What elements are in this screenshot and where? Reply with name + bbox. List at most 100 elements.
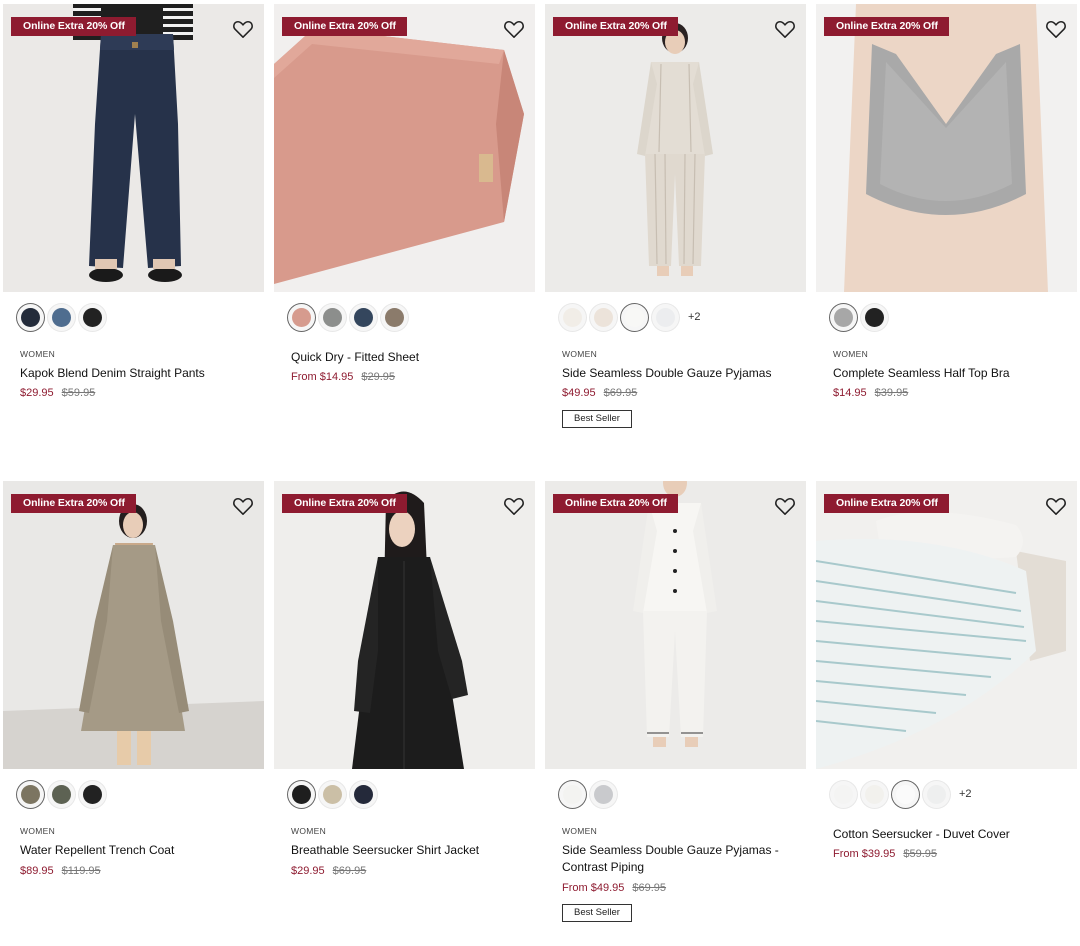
color-swatch[interactable] — [559, 780, 586, 808]
product-category: WOMEN — [562, 826, 598, 836]
product-name[interactable]: Quick Dry - Fitted Sheet — [291, 349, 521, 366]
color-swatch[interactable] — [830, 780, 857, 808]
original-price: $39.95 — [874, 387, 909, 399]
color-swatch[interactable] — [559, 303, 586, 331]
product-name[interactable]: Water Repellent Trench Coat — [20, 842, 250, 859]
color-swatch[interactable] — [830, 303, 857, 331]
product-card[interactable]: Online Extra 20% Off WOMEN Side Seamless… — [545, 481, 806, 922]
color-swatch[interactable] — [48, 303, 75, 331]
color-swatches — [288, 300, 412, 334]
product-price: $29.95 $69.95 — [291, 865, 366, 877]
product-name[interactable]: Complete Seamless Half Top Bra — [833, 365, 1063, 382]
product-card[interactable]: Online Extra 20% Off WOMEN Breathable Se… — [274, 481, 535, 877]
product-image[interactable]: Online Extra 20% Off — [274, 4, 535, 292]
original-price: $59.95 — [61, 387, 96, 399]
color-swatches — [559, 777, 621, 811]
original-price: $69.95 — [332, 865, 367, 877]
product-name[interactable]: Cotton Seersucker - Duvet Cover — [833, 826, 1063, 843]
product-image[interactable]: Online Extra 20% Off — [3, 481, 264, 769]
sale-price: From $14.95 — [291, 371, 354, 383]
more-colors-count[interactable]: +2 — [688, 311, 701, 323]
color-swatches — [17, 300, 110, 334]
color-swatch[interactable] — [381, 303, 408, 331]
favorite-heart-icon[interactable] — [503, 496, 525, 516]
product-price: From $39.95 $59.95 — [833, 848, 937, 860]
color-swatch[interactable] — [48, 780, 75, 808]
favorite-heart-icon[interactable] — [232, 496, 254, 516]
color-swatch[interactable] — [892, 780, 919, 808]
favorite-heart-icon[interactable] — [232, 19, 254, 39]
color-swatch[interactable] — [288, 303, 315, 331]
online-discount-badge: Online Extra 20% Off — [824, 494, 949, 513]
color-swatches — [288, 777, 381, 811]
color-swatch[interactable] — [861, 303, 888, 331]
color-swatch[interactable] — [350, 780, 377, 808]
product-image[interactable]: Online Extra 20% Off — [274, 481, 535, 769]
product-card[interactable]: Online Extra 20% Off Quick Dry - Fitted … — [274, 4, 535, 383]
color-swatch[interactable] — [17, 303, 44, 331]
original-price: $119.95 — [61, 865, 101, 877]
sale-price: $29.95 — [291, 865, 325, 877]
product-grid: Online Extra 20% Off WOMEN Kapok Blend D… — [0, 0, 1080, 946]
color-swatches: +2 — [559, 300, 701, 334]
product-image[interactable]: Online Extra 20% Off — [816, 4, 1077, 292]
sale-price: $49.95 — [562, 387, 596, 399]
original-price: $29.95 — [361, 371, 396, 383]
best-seller-tag: Best Seller — [562, 904, 632, 922]
product-price: $49.95 $69.95 — [562, 387, 637, 399]
product-image[interactable]: Online Extra 20% Off — [3, 4, 264, 292]
favorite-heart-icon[interactable] — [1045, 19, 1067, 39]
product-card[interactable]: Online Extra 20% Off +2 WOMEN Side Seaml… — [545, 4, 806, 428]
color-swatch[interactable] — [288, 780, 315, 808]
favorite-heart-icon[interactable] — [774, 496, 796, 516]
online-discount-badge: Online Extra 20% Off — [824, 17, 949, 36]
color-swatches: +2 — [830, 777, 972, 811]
online-discount-badge: Online Extra 20% Off — [553, 17, 678, 36]
product-card[interactable]: Online Extra 20% Off +2 Cotton Seersucke… — [816, 481, 1077, 860]
color-swatch[interactable] — [17, 780, 44, 808]
product-image[interactable]: Online Extra 20% Off — [816, 481, 1077, 769]
color-swatch[interactable] — [79, 780, 106, 808]
product-card[interactable]: Online Extra 20% Off WOMEN Water Repelle… — [3, 481, 264, 877]
online-discount-badge: Online Extra 20% Off — [282, 17, 407, 36]
product-card[interactable]: Online Extra 20% Off WOMEN Complete Seam… — [816, 4, 1077, 399]
color-swatches — [17, 777, 110, 811]
favorite-heart-icon[interactable] — [774, 19, 796, 39]
product-category: WOMEN — [20, 826, 56, 836]
product-name[interactable]: Side Seamless Double Gauze Pyjamas - Con… — [562, 842, 792, 876]
sale-price: $29.95 — [20, 387, 54, 399]
color-swatch[interactable] — [350, 303, 377, 331]
original-price: $69.95 — [632, 882, 667, 894]
product-name[interactable]: Kapok Blend Denim Straight Pants — [20, 365, 250, 382]
product-price: $14.95 $39.95 — [833, 387, 908, 399]
best-seller-tag: Best Seller — [562, 410, 632, 428]
color-swatch[interactable] — [319, 303, 346, 331]
product-name[interactable]: Side Seamless Double Gauze Pyjamas — [562, 365, 792, 382]
color-swatch[interactable] — [79, 303, 106, 331]
color-swatch[interactable] — [590, 780, 617, 808]
color-swatch[interactable] — [652, 303, 679, 331]
color-swatch[interactable] — [861, 780, 888, 808]
product-category: WOMEN — [291, 826, 327, 836]
product-category: WOMEN — [562, 349, 598, 359]
product-name[interactable]: Breathable Seersucker Shirt Jacket — [291, 842, 521, 859]
product-image[interactable]: Online Extra 20% Off — [545, 4, 806, 292]
color-swatch[interactable] — [590, 303, 617, 331]
online-discount-badge: Online Extra 20% Off — [11, 17, 136, 36]
product-price: $29.95 $59.95 — [20, 387, 95, 399]
sale-price: From $49.95 — [562, 882, 625, 894]
online-discount-badge: Online Extra 20% Off — [11, 494, 136, 513]
product-price: From $14.95 $29.95 — [291, 371, 395, 383]
original-price: $59.95 — [903, 848, 938, 860]
original-price: $69.95 — [603, 387, 638, 399]
product-card[interactable]: Online Extra 20% Off WOMEN Kapok Blend D… — [3, 4, 264, 399]
color-swatch[interactable] — [621, 303, 648, 331]
online-discount-badge: Online Extra 20% Off — [282, 494, 407, 513]
more-colors-count[interactable]: +2 — [959, 788, 972, 800]
favorite-heart-icon[interactable] — [503, 19, 525, 39]
product-category: WOMEN — [20, 349, 56, 359]
product-image[interactable]: Online Extra 20% Off — [545, 481, 806, 769]
favorite-heart-icon[interactable] — [1045, 496, 1067, 516]
color-swatch[interactable] — [923, 780, 950, 808]
color-swatch[interactable] — [319, 780, 346, 808]
